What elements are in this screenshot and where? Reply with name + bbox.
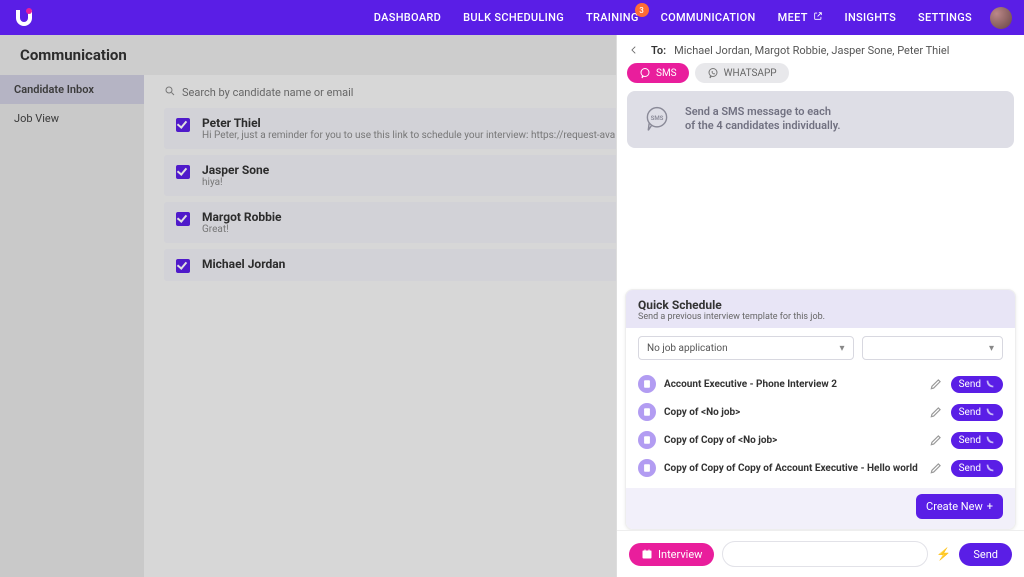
calendar-icon xyxy=(641,548,653,560)
template-send-button[interactable]: Send xyxy=(951,432,1003,449)
template-row: Copy of Copy of Copy of Account Executiv… xyxy=(626,454,1015,482)
training-badge: 3 xyxy=(635,3,649,17)
candidate-checkbox[interactable] xyxy=(176,259,190,273)
create-new-label: Create New xyxy=(926,500,983,513)
nav-bulk-scheduling[interactable]: BULK SCHEDULING xyxy=(463,11,564,24)
interview-button[interactable]: Interview xyxy=(629,543,714,566)
sms-bubble-icon: SMS xyxy=(643,105,671,133)
left-sidebar: Candidate Inbox Job View xyxy=(0,75,144,577)
nav-settings[interactable]: SETTINGS xyxy=(918,11,972,24)
job-application-value: No job application xyxy=(647,343,728,354)
quick-schedule-title: Quick Schedule xyxy=(638,298,1003,312)
template-icon xyxy=(638,431,656,449)
edit-icon[interactable] xyxy=(929,405,943,419)
create-new-button[interactable]: Create New + xyxy=(916,494,1003,519)
edit-icon[interactable] xyxy=(929,461,943,475)
sidebar-item-job-view[interactable]: Job View xyxy=(0,104,144,133)
nav-dashboard[interactable]: DASHBOARD xyxy=(374,11,441,24)
search-icon xyxy=(164,85,176,100)
top-nav: DASHBOARD BULK SCHEDULING TRAINING 3 COM… xyxy=(0,0,1024,35)
edit-icon[interactable] xyxy=(929,433,943,447)
candidate-checkbox[interactable] xyxy=(176,118,190,132)
candidate-checkbox[interactable] xyxy=(176,165,190,179)
template-icon xyxy=(638,459,656,477)
job-application-select[interactable]: No job application ▾ xyxy=(638,336,854,360)
nav-insights[interactable]: INSIGHTS xyxy=(845,11,897,24)
nav-meet-label: MEET xyxy=(778,11,808,24)
user-avatar[interactable] xyxy=(990,7,1012,29)
template-list: Account Executive - Phone Interview 2 Se… xyxy=(626,368,1015,488)
page-title: Communication xyxy=(20,46,127,64)
back-icon[interactable] xyxy=(627,43,641,57)
quick-schedule-card: Quick Schedule Send a previous interview… xyxy=(625,289,1016,530)
template-send-button[interactable]: Send xyxy=(951,404,1003,421)
nav-meet[interactable]: MEET xyxy=(778,11,823,24)
template-row: Copy of <No job> Send xyxy=(626,398,1015,426)
template-label: Copy of Copy of Copy of Account Executiv… xyxy=(664,463,921,474)
message-tabs: SMS WHATSAPP xyxy=(617,63,1024,91)
external-link-icon xyxy=(813,11,823,24)
secondary-select[interactable]: ▾ xyxy=(862,336,1003,360)
to-label: To: xyxy=(651,44,666,57)
template-icon xyxy=(638,375,656,393)
tab-sms-label: SMS xyxy=(656,68,677,79)
info-line-1: Send a SMS message to each xyxy=(685,105,841,119)
tab-sms[interactable]: SMS xyxy=(627,63,689,83)
chevron-down-icon: ▾ xyxy=(989,343,994,354)
sms-icon xyxy=(639,67,651,79)
template-label: Account Executive - Phone Interview 2 xyxy=(664,379,921,390)
interview-label: Interview xyxy=(658,548,702,561)
panel-header: To: Michael Jordan, Margot Robbie, Jaspe… xyxy=(617,35,1024,63)
edit-icon[interactable] xyxy=(929,377,943,391)
sidebar-item-candidate-inbox[interactable]: Candidate Inbox xyxy=(0,75,144,104)
quick-schedule-subtitle: Send a previous interview template for t… xyxy=(638,312,1003,322)
template-send-button[interactable]: Send xyxy=(951,376,1003,393)
tab-whatsapp-label: WHATSAPP xyxy=(724,68,777,79)
chevron-down-icon: ▾ xyxy=(840,343,845,354)
template-label: Copy of Copy of <No job> xyxy=(664,435,921,446)
nav-training-label: TRAINING xyxy=(586,11,639,24)
whatsapp-icon xyxy=(707,67,719,79)
candidate-checkbox[interactable] xyxy=(176,212,190,226)
template-label: Copy of <No job> xyxy=(664,407,921,418)
nav-training[interactable]: TRAINING 3 xyxy=(586,11,639,24)
compose-panel: To: Michael Jordan, Margot Robbie, Jaspe… xyxy=(616,35,1024,577)
info-card: SMS Send a SMS message to each of the 4 … xyxy=(627,91,1014,148)
info-line-2: of the 4 candidates individually. xyxy=(685,119,841,133)
candidate-name: Margot Robbie xyxy=(202,210,282,224)
template-icon xyxy=(638,403,656,421)
plus-icon: + xyxy=(987,500,993,513)
compose-bar: Interview ⚡ Send xyxy=(617,530,1024,577)
svg-text:SMS: SMS xyxy=(651,115,664,122)
candidate-preview: hiya! xyxy=(202,177,269,188)
candidate-name: Jasper Sone xyxy=(202,163,269,177)
template-send-button[interactable]: Send xyxy=(951,460,1003,477)
nav-communication[interactable]: COMMUNICATION xyxy=(661,11,756,24)
template-row: Account Executive - Phone Interview 2 Se… xyxy=(626,370,1015,398)
candidate-preview: Great! xyxy=(202,224,282,235)
tab-whatsapp[interactable]: WHATSAPP xyxy=(695,63,789,83)
template-row: Copy of Copy of <No job> Send xyxy=(626,426,1015,454)
app-logo[interactable] xyxy=(12,6,36,30)
candidate-name: Michael Jordan xyxy=(202,257,285,271)
send-button[interactable]: Send xyxy=(959,543,1012,566)
to-recipients: Michael Jordan, Margot Robbie, Jasper So… xyxy=(674,44,949,57)
quick-actions-icon[interactable]: ⚡ xyxy=(936,547,951,561)
message-input[interactable] xyxy=(722,541,928,567)
